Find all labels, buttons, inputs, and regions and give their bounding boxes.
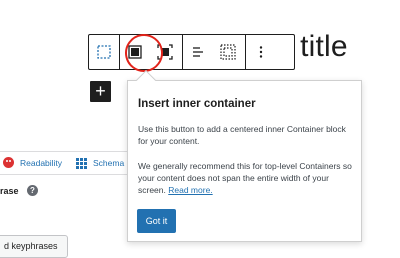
related-keyphrases-button[interactable]: d keyphrases — [0, 235, 68, 258]
select-parent-button[interactable] — [89, 35, 119, 69]
help-icon[interactable]: ? — [27, 185, 38, 196]
grid-icon — [76, 158, 87, 169]
sad-face-icon — [3, 157, 14, 168]
keyphrase-label: rase — [0, 186, 19, 196]
popover-title: Insert inner container — [138, 98, 256, 110]
popover-recommendation: We generally recommend this for top-leve… — [138, 160, 358, 196]
dashed-square-icon — [97, 45, 111, 59]
align-left-icon — [193, 47, 203, 57]
tab-schema[interactable]: Schema — [93, 158, 124, 168]
kebab-icon — [259, 46, 263, 58]
block-toolbar — [88, 34, 295, 70]
read-more-link[interactable]: Read more. — [168, 185, 212, 195]
dotted-grid-icon — [220, 44, 236, 60]
inner-container-popover: Insert inner container Use this button t… — [127, 80, 362, 242]
got-it-button[interactable]: Got it — [137, 209, 176, 233]
block-inserter-button[interactable]: + — [90, 81, 111, 102]
popover-description: Use this button to add a centered inner … — [138, 124, 346, 146]
more-options-button[interactable] — [246, 35, 276, 69]
tab-readability[interactable]: Readability — [20, 158, 62, 168]
seo-tab-strip: Readability Schema — [0, 151, 127, 175]
layout-button[interactable] — [213, 35, 243, 69]
align-button[interactable] — [183, 35, 213, 69]
